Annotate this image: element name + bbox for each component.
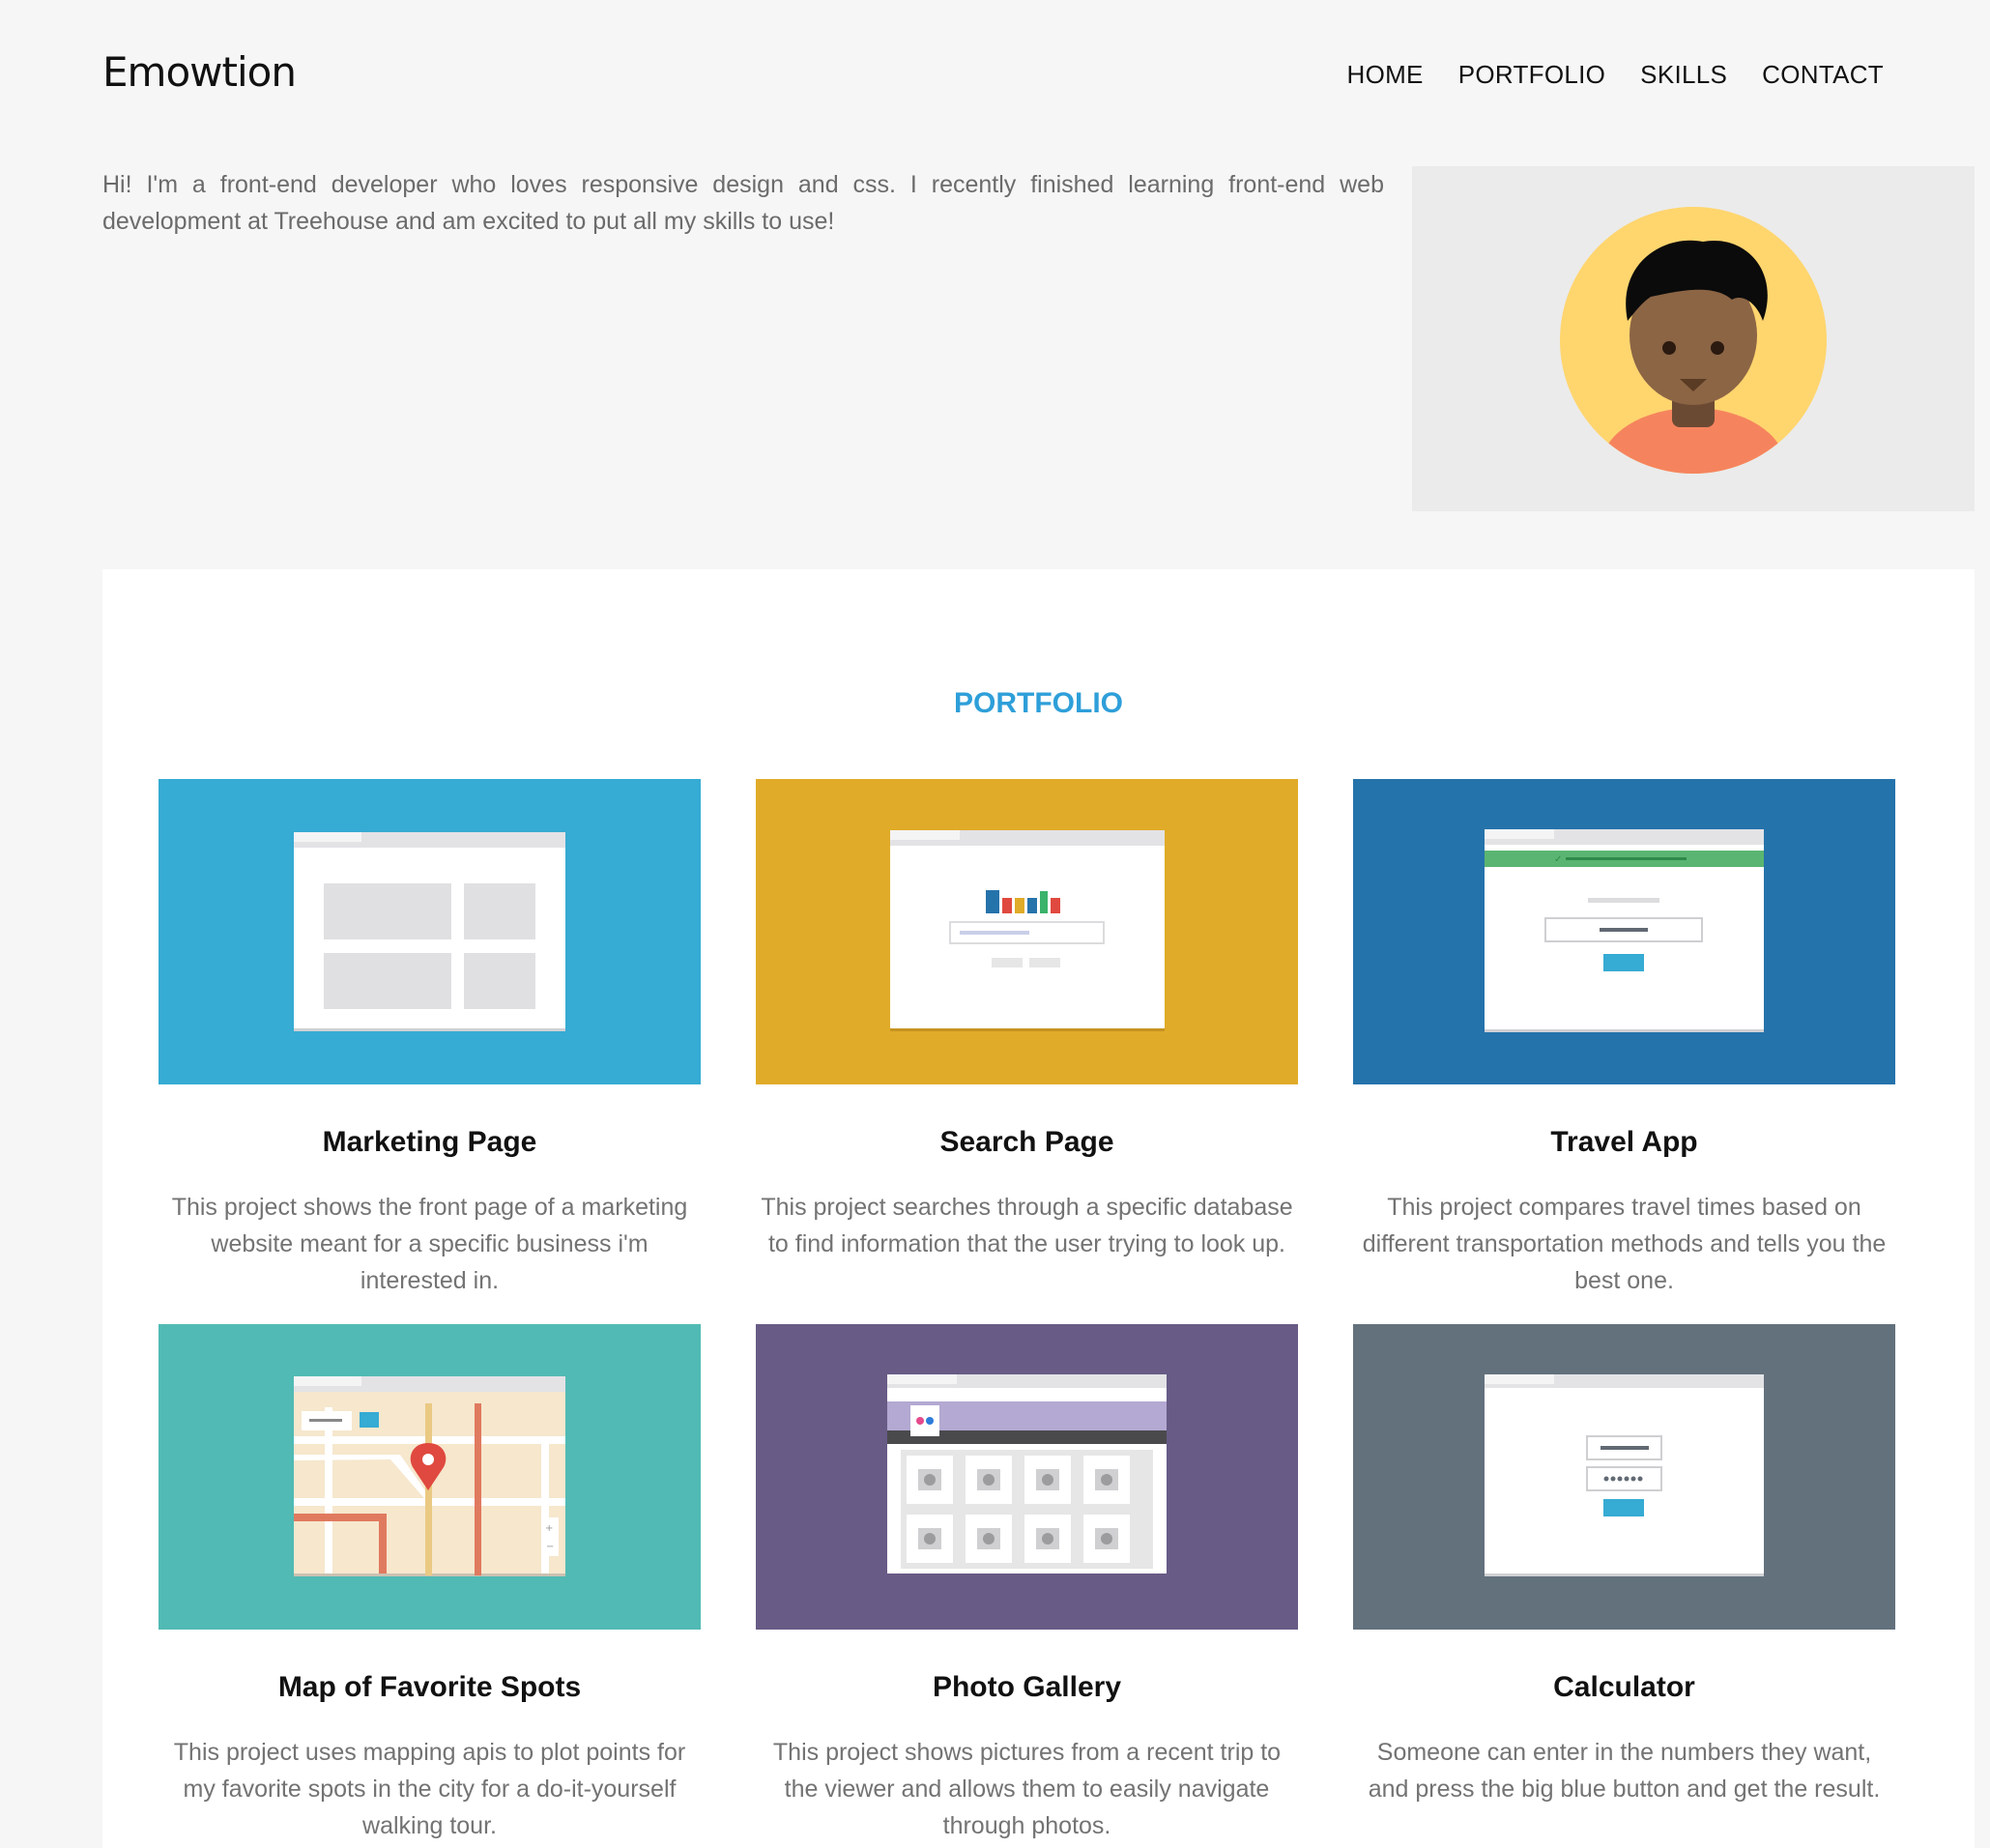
project-card-search[interactable]: Search Page This project searches throug…: [756, 779, 1298, 1262]
svg-text:−: −: [546, 1542, 554, 1552]
project-title[interactable]: Search Page: [756, 1123, 1298, 1162]
project-description: This project shows pictures from a recen…: [772, 1739, 1282, 1839]
site-logo[interactable]: Emowtion: [102, 48, 297, 96]
svg-text:✓: ✓: [1554, 854, 1562, 865]
main-nav: HOME PORTFOLIO SKILLS CONTACT: [1347, 60, 1885, 90]
map-thumbnail[interactable]: + −: [159, 1324, 701, 1630]
project-title[interactable]: Calculator: [1353, 1668, 1895, 1707]
project-description: This project uses mapping apis to plot p…: [173, 1739, 686, 1839]
project-description: This project shows the front page of a m…: [171, 1194, 688, 1294]
marketing-page-thumbnail[interactable]: [159, 779, 701, 1084]
project-card-calculator[interactable]: Calculator Someone can enter in the numb…: [1353, 1324, 1895, 1807]
nav-contact[interactable]: CONTACT: [1762, 60, 1884, 90]
project-card-gallery[interactable]: Photo Gallery This project shows picture…: [756, 1324, 1298, 1844]
project-title[interactable]: Marketing Page: [159, 1123, 701, 1162]
project-title[interactable]: Travel App: [1353, 1123, 1895, 1162]
project-description: Someone can enter in the numbers they wa…: [1368, 1739, 1881, 1803]
portfolio-heading: PORTFOLIO: [954, 687, 1123, 719]
project-description: This project compares travel times based…: [1362, 1194, 1887, 1294]
portfolio-section: PORTFOLIO Marketing Page This project sh…: [102, 569, 1975, 1848]
avatar-icon: [1560, 207, 1827, 474]
nav-home[interactable]: HOME: [1347, 60, 1424, 90]
project-title[interactable]: Map of Favorite Spots: [159, 1668, 701, 1707]
photo-gallery-thumbnail[interactable]: [756, 1324, 1298, 1630]
project-description: This project searches through a specific…: [761, 1194, 1293, 1257]
project-card-map[interactable]: + − Map of Favorite Spots This project u…: [159, 1324, 701, 1844]
project-card-marketing[interactable]: Marketing Page This project shows the fr…: [159, 779, 701, 1299]
nav-skills[interactable]: SKILLS: [1640, 60, 1727, 90]
avatar-panel: [1412, 166, 1975, 511]
intro-text: Hi! I'm a front-end developer who loves …: [102, 171, 1384, 235]
nav-portfolio[interactable]: PORTFOLIO: [1458, 60, 1605, 90]
travel-app-thumbnail[interactable]: ✓: [1353, 779, 1895, 1084]
svg-text:+: +: [545, 1523, 553, 1534]
project-card-travel[interactable]: ✓ Travel App This project compares trave…: [1353, 779, 1895, 1299]
calculator-thumbnail[interactable]: [1353, 1324, 1895, 1630]
project-title[interactable]: Photo Gallery: [756, 1668, 1298, 1707]
search-page-thumbnail[interactable]: [756, 779, 1298, 1084]
